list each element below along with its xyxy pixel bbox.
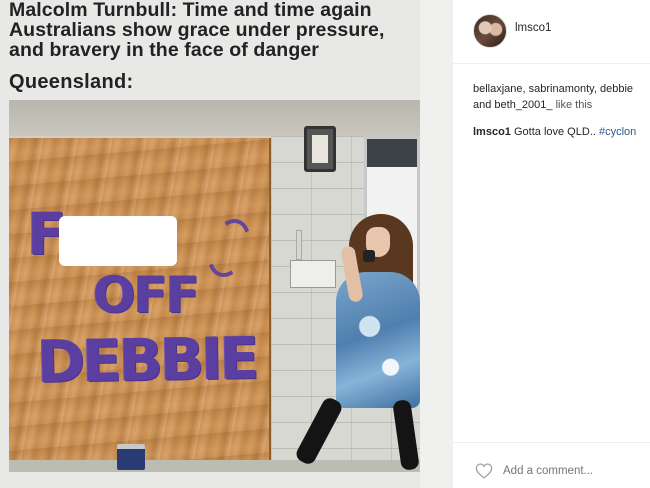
- caption-line: Malcolm Turnbull: Time and time again: [9, 0, 372, 21]
- likes-suffix: like this: [552, 99, 593, 111]
- pipe: [296, 230, 302, 260]
- likes-summary: bellaxjane, sabrinamonty, debbie and bet…: [473, 81, 650, 113]
- post-header: lmsco1: [453, 0, 650, 64]
- wall-unit: [290, 260, 336, 288]
- avatar[interactable]: [473, 14, 507, 48]
- post-image: Malcolm Turnbull: Time and time again Au…: [0, 0, 452, 488]
- comment: lmsco1 Gotta love QLD.. #cyclon: [473, 126, 650, 138]
- likes-line: and beth_2001_ like this: [473, 97, 650, 113]
- image-gutter: [420, 0, 452, 488]
- phone: [363, 250, 375, 262]
- wall-top: [9, 100, 420, 136]
- painted-word-off: OFF: [93, 266, 200, 324]
- image-caption: Malcolm Turnbull: Time and time again Au…: [9, 0, 429, 60]
- image-subhead: Queensland:: [9, 71, 134, 93]
- caption-line: Australians show grace under pressure,: [9, 19, 385, 41]
- wall-light: [304, 126, 336, 172]
- username-link[interactable]: lmsco1: [515, 22, 551, 34]
- ground: [9, 460, 420, 472]
- heart-icon[interactable]: [475, 463, 493, 479]
- add-comment-input[interactable]: [503, 465, 643, 477]
- photo: F OFF DEBBIE: [9, 100, 420, 472]
- likes-line[interactable]: bellaxjane, sabrinamonty, debbie: [473, 81, 650, 97]
- comment-author[interactable]: lmsco1: [473, 126, 511, 138]
- redaction-box: [59, 216, 177, 266]
- hashtag-link[interactable]: #cyclon: [599, 126, 636, 138]
- caption-line: and bravery in the face of danger: [9, 39, 319, 61]
- comment-text: Gotta love QLD..: [510, 126, 599, 138]
- paint-can: [117, 444, 145, 470]
- comment-bar: [453, 442, 650, 488]
- plywood-board: F OFF DEBBIE: [9, 138, 271, 464]
- window-pane: [367, 139, 417, 167]
- painted-word-debbie: DEBBIE: [36, 324, 257, 396]
- post-sidebar: lmsco1 bellaxjane, sabrinamonty, debbie …: [452, 0, 650, 488]
- liker-link[interactable]: and beth_2001_: [473, 99, 553, 111]
